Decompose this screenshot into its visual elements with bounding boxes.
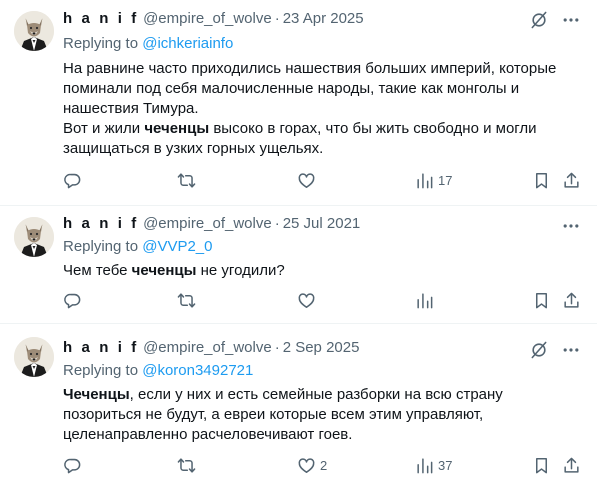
tweet-date[interactable]: 23 Apr 2025	[283, 10, 364, 27]
like-icon	[297, 291, 316, 310]
tweet-text-paragraph: Чем тебе чеченцы не угодили?	[63, 261, 573, 281]
replying-to-link[interactable]: @ichkeriainfo	[142, 35, 233, 52]
like-button[interactable]: 2	[297, 455, 327, 475]
like-button[interactable]	[297, 170, 320, 190]
reply-icon	[63, 291, 82, 310]
tweet-text-bold: Чеченцы	[63, 386, 130, 403]
tweet-header: h a n i f @empire_of_wolve · 2 Sep 2025	[63, 338, 359, 358]
tweet-actions: 17	[63, 170, 583, 190]
share-button[interactable]	[562, 455, 581, 475]
more-icon[interactable]	[561, 340, 581, 360]
tweet-actions: 2 37	[63, 455, 583, 475]
reply-icon	[63, 456, 82, 475]
tweet-top-actions	[549, 216, 581, 236]
author-handle[interactable]: @empire_of_wolve	[143, 10, 272, 27]
share-icon	[562, 456, 581, 475]
tweet-text-span: не угодили?	[196, 262, 285, 279]
author-name[interactable]: h a n i f	[63, 10, 139, 27]
reply-button[interactable]	[63, 170, 86, 190]
views-button[interactable]: 17	[415, 170, 452, 190]
bookmark-button[interactable]	[532, 455, 551, 475]
retweet-button[interactable]	[177, 290, 200, 310]
views-icon	[415, 171, 434, 190]
replying-to: Replying to @ichkeriainfo	[63, 34, 233, 54]
tweet-date[interactable]: 2 Sep 2025	[283, 339, 360, 356]
replying-to-label: Replying to	[63, 362, 139, 379]
reply-button[interactable]	[63, 290, 86, 310]
share-button[interactable]	[562, 290, 581, 310]
tweet-text-paragraph: Вот и жили чеченцы высоко в горах, что б…	[63, 119, 573, 159]
tweet-top-actions	[517, 10, 581, 30]
tweet-text-span: Чем тебе	[63, 262, 132, 279]
views-icon	[415, 291, 434, 310]
avatar[interactable]	[14, 217, 54, 257]
share-icon	[562, 291, 581, 310]
tweet-top-actions	[517, 340, 581, 360]
bookmark-icon	[532, 171, 551, 190]
replying-to: Replying to @VVP2_0	[63, 237, 213, 257]
tweet-header: h a n i f @empire_of_wolve · 25 Jul 2021	[63, 214, 360, 234]
separator-dot: ·	[274, 215, 280, 232]
tweet-text: Чем тебе чеченцы не угодили?	[63, 261, 573, 281]
tweet[interactable]: h a n i f @empire_of_wolve · 25 Jul 2021 R…	[0, 206, 597, 324]
bookmark-button[interactable]	[532, 290, 551, 310]
author-handle[interactable]: @empire_of_wolve	[143, 215, 272, 232]
like-count: 2	[320, 457, 328, 473]
views-button[interactable]	[415, 290, 438, 310]
tweet-text: На равнине часто приходились нашествия б…	[63, 59, 573, 159]
like-icon	[297, 171, 316, 190]
grok-icon[interactable]	[529, 340, 549, 360]
tweet-text: Чеченцы, если у них и есть семейные разб…	[63, 385, 573, 445]
wolf-avatar-image	[14, 11, 54, 51]
tweet-text-span: , если у них и есть семейные разборки на…	[63, 386, 503, 443]
like-icon	[297, 456, 316, 475]
separator-dot: ·	[274, 10, 280, 27]
retweet-button[interactable]	[177, 455, 200, 475]
more-icon[interactable]	[561, 10, 581, 30]
more-icon[interactable]	[561, 216, 581, 236]
tweet-header: h a n i f @empire_of_wolve · 23 Apr 2025	[63, 9, 364, 29]
views-icon	[415, 456, 434, 475]
tweet[interactable]: h a n i f @empire_of_wolve · 23 Apr 2025 R…	[0, 0, 597, 206]
tweet-date[interactable]: 25 Jul 2021	[283, 215, 361, 232]
replying-to: Replying to @koron3492721	[63, 361, 253, 381]
bookmark-icon	[532, 291, 551, 310]
grok-icon[interactable]	[529, 10, 549, 30]
avatar[interactable]	[14, 11, 54, 51]
replying-to-link[interactable]: @koron3492721	[142, 362, 253, 379]
retweet-icon	[177, 291, 196, 310]
replying-to-label: Replying to	[63, 35, 139, 52]
tweet-text-bold: чеченцы	[144, 120, 210, 137]
like-button[interactable]	[297, 290, 320, 310]
tweet[interactable]: h a n i f @empire_of_wolve · 2 Sep 2025 Re…	[0, 324, 597, 489]
views-count: 37	[438, 457, 453, 473]
retweet-button[interactable]	[177, 170, 200, 190]
share-button[interactable]	[562, 170, 581, 190]
views-button[interactable]: 37	[415, 455, 452, 475]
avatar[interactable]	[14, 337, 54, 377]
bookmark-icon	[532, 456, 551, 475]
tweet-text-bold: чеченцы	[131, 262, 197, 279]
author-name[interactable]: h a n i f	[63, 339, 139, 356]
author-handle[interactable]: @empire_of_wolve	[143, 339, 272, 356]
replying-to-link[interactable]: @VVP2_0	[142, 238, 212, 255]
separator-dot: ·	[274, 339, 280, 356]
tweet-text-paragraph: На равнине часто приходились нашествия б…	[63, 60, 557, 117]
replying-to-label: Replying to	[63, 238, 139, 255]
reply-button[interactable]	[63, 455, 86, 475]
views-count: 17	[438, 172, 453, 188]
wolf-avatar-image	[14, 217, 54, 257]
share-icon	[562, 171, 581, 190]
retweet-icon	[177, 456, 196, 475]
author-name[interactable]: h a n i f	[63, 215, 139, 232]
bookmark-button[interactable]	[532, 170, 551, 190]
tweet-actions	[63, 290, 583, 310]
reply-icon	[63, 171, 82, 190]
wolf-avatar-image	[14, 337, 54, 377]
tweet-text-paragraph: Чеченцы, если у них и есть семейные разб…	[63, 385, 573, 445]
retweet-icon	[177, 171, 196, 190]
tweet-text-span: Вот и жили	[63, 120, 145, 137]
